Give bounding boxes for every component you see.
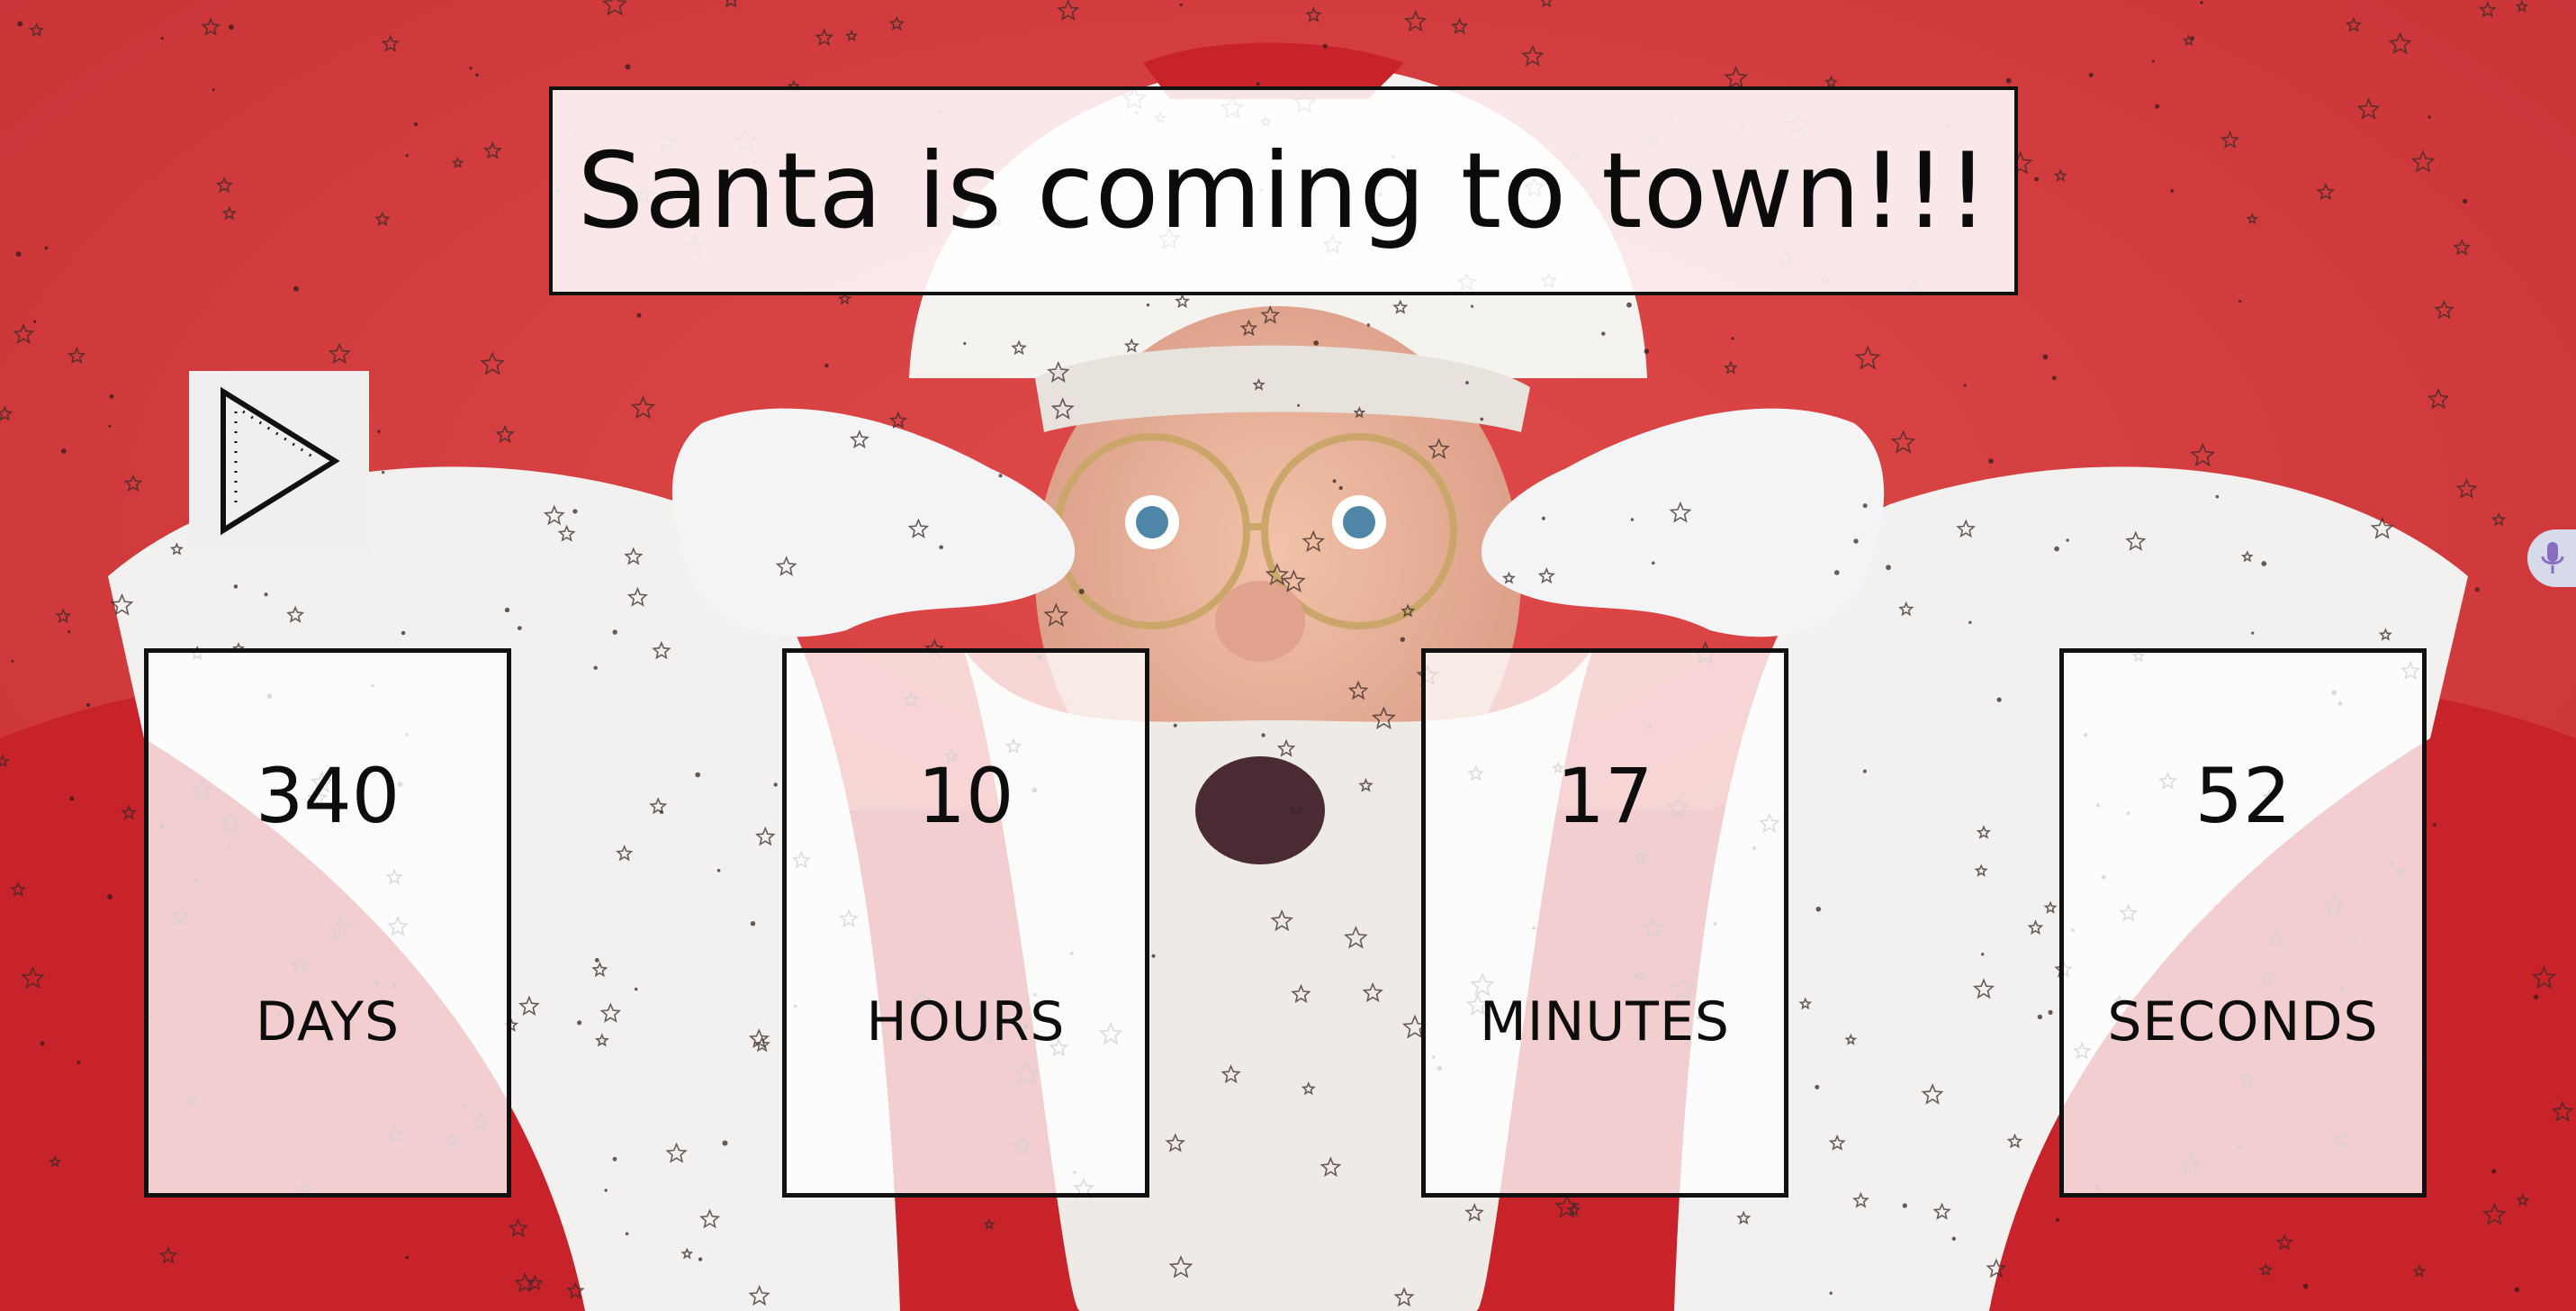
title-banner: Santa is coming to town!!! (549, 86, 2018, 295)
play-icon (221, 386, 340, 536)
page-title: Santa is coming to town!!! (577, 130, 1990, 252)
countdown-minutes-label: MINUTES (1480, 990, 1730, 1053)
countdown-hours-label: HOURS (866, 990, 1066, 1053)
countdown-hours-box: 10 HOURS (782, 648, 1149, 1198)
countdown-minutes-value: 17 (1556, 752, 1653, 840)
microphone-icon (2541, 542, 2564, 574)
countdown-days-box: 340 DAYS (144, 648, 511, 1198)
countdown-days-label: DAYS (255, 990, 401, 1053)
countdown-minutes-box: 17 MINUTES (1421, 648, 1788, 1198)
countdown-seconds-label: SECONDS (2107, 990, 2379, 1053)
countdown-days-value: 340 (255, 752, 401, 840)
play-music-button[interactable] (189, 371, 369, 551)
countdown-seconds-value: 52 (2194, 752, 2292, 840)
countdown-hours-value: 10 (917, 752, 1014, 840)
countdown-seconds-box: 52 SECONDS (2059, 648, 2427, 1198)
